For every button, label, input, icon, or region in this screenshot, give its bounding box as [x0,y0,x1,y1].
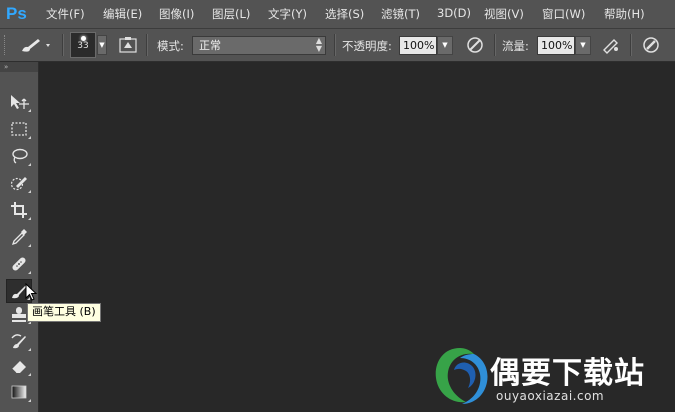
corner-indicator [28,109,31,112]
lasso-tool-icon [12,148,28,164]
menu-layer[interactable]: 图层(L) [212,6,250,22]
tool-gradient[interactable] [6,380,32,404]
chevron-down-icon: ▼ [99,41,105,49]
watermark: 偶要下载站 ouyaoxiazai.com [430,340,670,410]
brush-icon [22,39,50,52]
corner-indicator [28,217,31,220]
menu-type[interactable]: 文字(Y) [268,6,307,22]
flow-input[interactable]: 100% [537,36,575,55]
menu-select[interactable]: 选择(S) [325,6,364,22]
mode-label: 模式: [157,39,184,53]
menu-window[interactable]: 窗口(W) [542,6,585,22]
separator [62,34,64,56]
separator [630,34,632,56]
menu-edit[interactable]: 编辑(E) [103,6,142,22]
pressure-size-button[interactable] [640,35,662,55]
corner-indicator [28,244,31,247]
mode-value: 正常 [199,39,221,52]
panel-collapse-button[interactable]: » [0,62,38,72]
tool-eyedropper[interactable] [6,225,32,249]
airbrush-button[interactable] [600,35,622,55]
brush-preset-dropdown[interactable]: ▼ [97,35,107,55]
pressure-opacity-button[interactable] [464,35,486,55]
marquee-tool-icon [11,122,27,136]
opacity-input[interactable]: 100% [399,36,437,55]
quick-select-tool-icon [10,177,27,191]
corner-indicator [28,163,31,166]
flow-label: 流量: [502,39,529,53]
corner-indicator [28,136,31,139]
separator [146,34,148,56]
brush-panel-icon [119,37,137,53]
app-logo: Ps [6,4,27,23]
corner-indicator [28,399,31,402]
tool-tooltip: 画笔工具 (B) [27,303,101,322]
airbrush-icon [603,39,618,54]
options-bar: 33 ▼ 模式: 正常 ▲ ▼ 不透明度: 100% ▼ 流量: 100% ▼ [0,29,675,62]
pressure-size-icon [643,37,659,53]
corner-indicator [28,348,31,351]
tools-panel: » [0,62,39,412]
chevron-down-icon: ▼ [580,41,586,49]
flow-dropdown[interactable]: ▼ [575,36,591,55]
corner-indicator [28,271,31,274]
tool-preset-picker[interactable] [18,34,54,56]
watermark-url: ouyaoxiazai.com [496,389,605,403]
menu-filter[interactable]: 滤镜(T) [381,6,420,22]
tool-healing-brush[interactable] [6,252,32,276]
eyedropper-tool-icon [11,229,27,246]
separator [334,34,336,56]
gradient-tool-icon [11,385,27,399]
move-tool-icon [11,95,29,109]
watermark-logo-icon [435,348,488,404]
corner-indicator [28,373,31,376]
tool-lasso[interactable] [6,144,32,168]
updown-arrow-icon: ▲ ▼ [315,36,322,53]
watermark-title: 偶要下载站 [490,357,645,390]
options-grip[interactable] [4,35,8,55]
history-brush-tool-icon [11,334,26,349]
menu-view[interactable]: 视图(V) [484,6,524,22]
menu-help[interactable]: 帮助(H) [604,6,645,22]
opacity-dropdown[interactable]: ▼ [437,36,453,55]
eraser-tool-icon [11,361,26,374]
opacity-label: 不透明度: [342,39,392,53]
brush-size-value: 33 [77,41,89,51]
tool-quick-select[interactable] [6,171,32,195]
brush-preset-picker[interactable]: 33 [70,32,96,58]
menu-image[interactable]: 图像(I) [159,6,194,22]
separator [494,34,496,56]
crop-tool-icon [11,202,27,218]
mode-select[interactable]: 正常 ▲ ▼ [192,36,326,55]
menu-file[interactable]: 文件(F) [46,6,85,22]
tool-crop[interactable] [6,198,32,222]
tool-history-brush[interactable] [6,329,32,353]
chevron-down-icon: ▼ [442,41,448,49]
tool-move[interactable] [6,90,32,114]
tool-marquee[interactable] [6,117,32,141]
mouse-cursor-icon [25,283,38,301]
menu-bar: Ps 文件(F) 编辑(E) 图像(I) 图层(L) 文字(Y) 选择(S) 滤… [0,0,675,29]
brush-panel-toggle[interactable] [118,35,138,55]
tool-eraser[interactable] [6,354,32,378]
menu-3d[interactable]: 3D(D) [437,6,471,20]
pressure-opacity-icon [467,37,483,53]
corner-indicator [28,190,31,193]
healing-brush-tool-icon [12,257,26,271]
clone-stamp-tool-icon [12,307,26,322]
